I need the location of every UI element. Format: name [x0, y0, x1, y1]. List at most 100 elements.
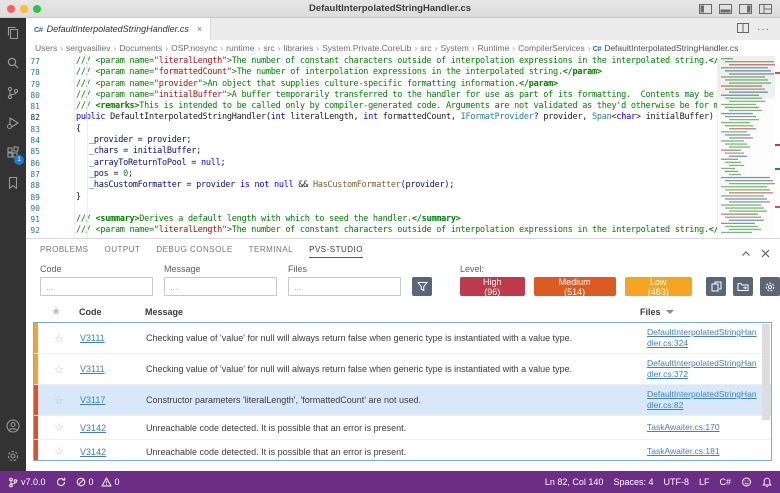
- extensions-icon[interactable]: 1: [0, 138, 26, 168]
- code-line[interactable]: 78 /// <param name="formattedCount">The …: [26, 67, 780, 78]
- code-line[interactable]: 80 /// <param name="initialBuffer">A buf…: [26, 90, 780, 101]
- panel-settings-button[interactable]: [760, 277, 780, 296]
- issue-row[interactable]: ☆ V3111 Checking value of 'value' for nu…: [34, 323, 771, 354]
- split-editor-icon[interactable]: [737, 20, 749, 38]
- code-line[interactable]: 85 _chars = initialBuffer;: [26, 146, 780, 157]
- search-icon[interactable]: [0, 48, 26, 78]
- code-line[interactable]: 87 _pos = 0;: [26, 169, 780, 180]
- breadcrumb-item[interactable]: System: [439, 43, 469, 53]
- code-line[interactable]: 90: [26, 203, 780, 214]
- breadcrumb-item[interactable]: DefaultInterpolatedStringHandler.cs: [603, 43, 739, 53]
- code-line[interactable]: 77 /// <param name="literalLength">The n…: [26, 56, 780, 67]
- cursor-position-item[interactable]: Ln 82, Col 140: [545, 477, 604, 487]
- code-line[interactable]: 84 _provider = provider;: [26, 135, 780, 146]
- breadcrumb-item[interactable]: Runtime: [477, 43, 511, 53]
- source-control-icon[interactable]: [0, 78, 26, 108]
- code-editor[interactable]: 77 /// <param name="literalLength">The n…: [26, 56, 780, 238]
- issue-file-link[interactable]: TaskAwaiter.cs:181: [647, 446, 771, 457]
- favorite-star-icon[interactable]: ☆: [38, 332, 80, 345]
- code-line[interactable]: 88 _hasCustomFormatter = provider is not…: [26, 180, 780, 191]
- favorite-star-icon[interactable]: ☆: [38, 394, 80, 407]
- code-line[interactable]: 82 public DefaultInterpolatedStringHandl…: [26, 112, 780, 123]
- favorite-star-icon[interactable]: ☆: [38, 445, 80, 458]
- close-window-button[interactable]: [7, 4, 15, 13]
- issue-row[interactable]: ☆ V3117 Constructor parameters 'literalL…: [34, 385, 771, 416]
- issue-file-link[interactable]: DefaultInterpolatedStringHandler.cs:372: [647, 358, 771, 380]
- level-high-button[interactable]: High (96): [460, 277, 525, 297]
- breadcrumb-item[interactable]: src: [419, 43, 432, 53]
- toggle-panel-icon[interactable]: [719, 3, 732, 14]
- customize-layout-icon[interactable]: [759, 3, 772, 14]
- breadcrumb-item[interactable]: OSP.nosync: [170, 43, 218, 53]
- open-report-button[interactable]: [733, 277, 753, 296]
- code-line[interactable]: 83 {: [26, 124, 780, 135]
- minimap[interactable]: [717, 56, 777, 238]
- breadcrumb-item[interactable]: src: [262, 43, 275, 53]
- issue-file-link[interactable]: DefaultInterpolatedStringHandler.cs:82: [647, 389, 771, 411]
- explorer-icon[interactable]: [0, 18, 26, 48]
- problems-item[interactable]: 0 0: [76, 477, 120, 487]
- code-line[interactable]: 79 /// <param name="provider">An object …: [26, 79, 780, 90]
- code-line[interactable]: 92 /// <param name="literalLength">The n…: [26, 225, 780, 236]
- code-line[interactable]: 89 }: [26, 192, 780, 203]
- code-column-header[interactable]: Code: [79, 307, 145, 317]
- files-filter-input[interactable]: [288, 277, 401, 296]
- issue-code-link[interactable]: V3117: [80, 395, 146, 405]
- eol-item[interactable]: LF: [699, 477, 710, 487]
- code-line[interactable]: 81 /// <remarks>This is intended to be c…: [26, 101, 780, 112]
- close-panel-icon[interactable]: [761, 245, 770, 263]
- copy-report-button[interactable]: [706, 277, 726, 296]
- more-actions-icon[interactable]: ···: [757, 24, 770, 35]
- issue-code-link[interactable]: V3142: [80, 423, 146, 433]
- favorite-star-icon[interactable]: ☆: [38, 421, 80, 434]
- sync-item[interactable]: [56, 477, 66, 487]
- issue-file-link[interactable]: DefaultInterpolatedStringHandler.cs:324: [647, 327, 771, 349]
- bookmarks-icon[interactable]: [0, 168, 26, 198]
- issue-code-link[interactable]: V3111: [80, 364, 146, 374]
- issue-code-link[interactable]: V3111: [80, 333, 146, 343]
- panel-tab-terminal[interactable]: TERMINAL: [249, 245, 293, 258]
- indentation-item[interactable]: Spaces: 4: [613, 477, 653, 487]
- settings-gear-icon[interactable]: [0, 441, 26, 471]
- pvs-version-item[interactable]: v7.0.0: [8, 477, 46, 488]
- filter-funnel-button[interactable]: [412, 277, 432, 296]
- breadcrumb-item[interactable]: Users: [34, 43, 58, 53]
- language-mode-item[interactable]: C#: [719, 477, 731, 487]
- message-filter-input[interactable]: [164, 277, 277, 296]
- code-line[interactable]: 91 /// <summary>Derives a default length…: [26, 214, 780, 225]
- breadcrumb-item[interactable]: runtime: [225, 43, 255, 53]
- panel-tab-pvs-studio[interactable]: PVS-STUDIO: [309, 245, 364, 258]
- breadcrumb-item[interactable]: Documents: [118, 43, 163, 53]
- sort-caret-icon[interactable]: [665, 309, 674, 314]
- tab-close-icon[interactable]: ×: [197, 24, 202, 34]
- issue-code-link[interactable]: V3142: [80, 447, 146, 457]
- breadcrumb-item[interactable]: sergvasiliev: [65, 43, 111, 53]
- issue-file-link[interactable]: TaskAwaiter.cs:170: [647, 422, 771, 433]
- encoding-item[interactable]: UTF-8: [663, 477, 689, 487]
- code-filter-input[interactable]: [40, 277, 153, 296]
- notifications-item[interactable]: [762, 477, 772, 488]
- issue-row[interactable]: ☆ V3111 Checking value of 'value' for nu…: [34, 354, 771, 385]
- toggle-secondary-sidebar-icon[interactable]: [739, 3, 752, 14]
- overview-ruler[interactable]: [775, 56, 780, 238]
- code-line[interactable]: 86 _arrayToReturnToPool = null;: [26, 158, 780, 169]
- tab-defaultinterpolatedstringhandler[interactable]: C# DefaultInterpolatedStringHandler.cs ×: [26, 18, 212, 40]
- level-low-button[interactable]: Low (483): [624, 277, 692, 297]
- favorite-star-icon[interactable]: ☆: [38, 363, 80, 376]
- account-icon[interactable]: [0, 411, 26, 441]
- message-column-header[interactable]: Message: [145, 307, 640, 317]
- zoom-window-button[interactable]: [33, 4, 41, 13]
- feedback-item[interactable]: [741, 477, 752, 487]
- breadcrumb-item[interactable]: libraries: [283, 43, 315, 53]
- issue-row[interactable]: ☆ V3142 Unreachable code detected. It is…: [34, 416, 771, 440]
- breadcrumb-item[interactable]: System.Private.CoreLib: [321, 43, 412, 53]
- level-medium-button[interactable]: Medium (514): [533, 277, 616, 297]
- table-scrollbar-thumb[interactable]: [762, 324, 770, 420]
- panel-tab-output[interactable]: OUTPUT: [104, 245, 140, 258]
- maximize-panel-icon[interactable]: [741, 245, 751, 263]
- minimize-window-button[interactable]: [20, 4, 28, 13]
- panel-tab-problems[interactable]: PROBLEMS: [40, 245, 88, 258]
- panel-tab-debug-console[interactable]: DEBUG CONSOLE: [156, 245, 232, 258]
- toggle-sidebar-icon[interactable]: [699, 3, 712, 14]
- files-column-header[interactable]: Files: [640, 307, 772, 317]
